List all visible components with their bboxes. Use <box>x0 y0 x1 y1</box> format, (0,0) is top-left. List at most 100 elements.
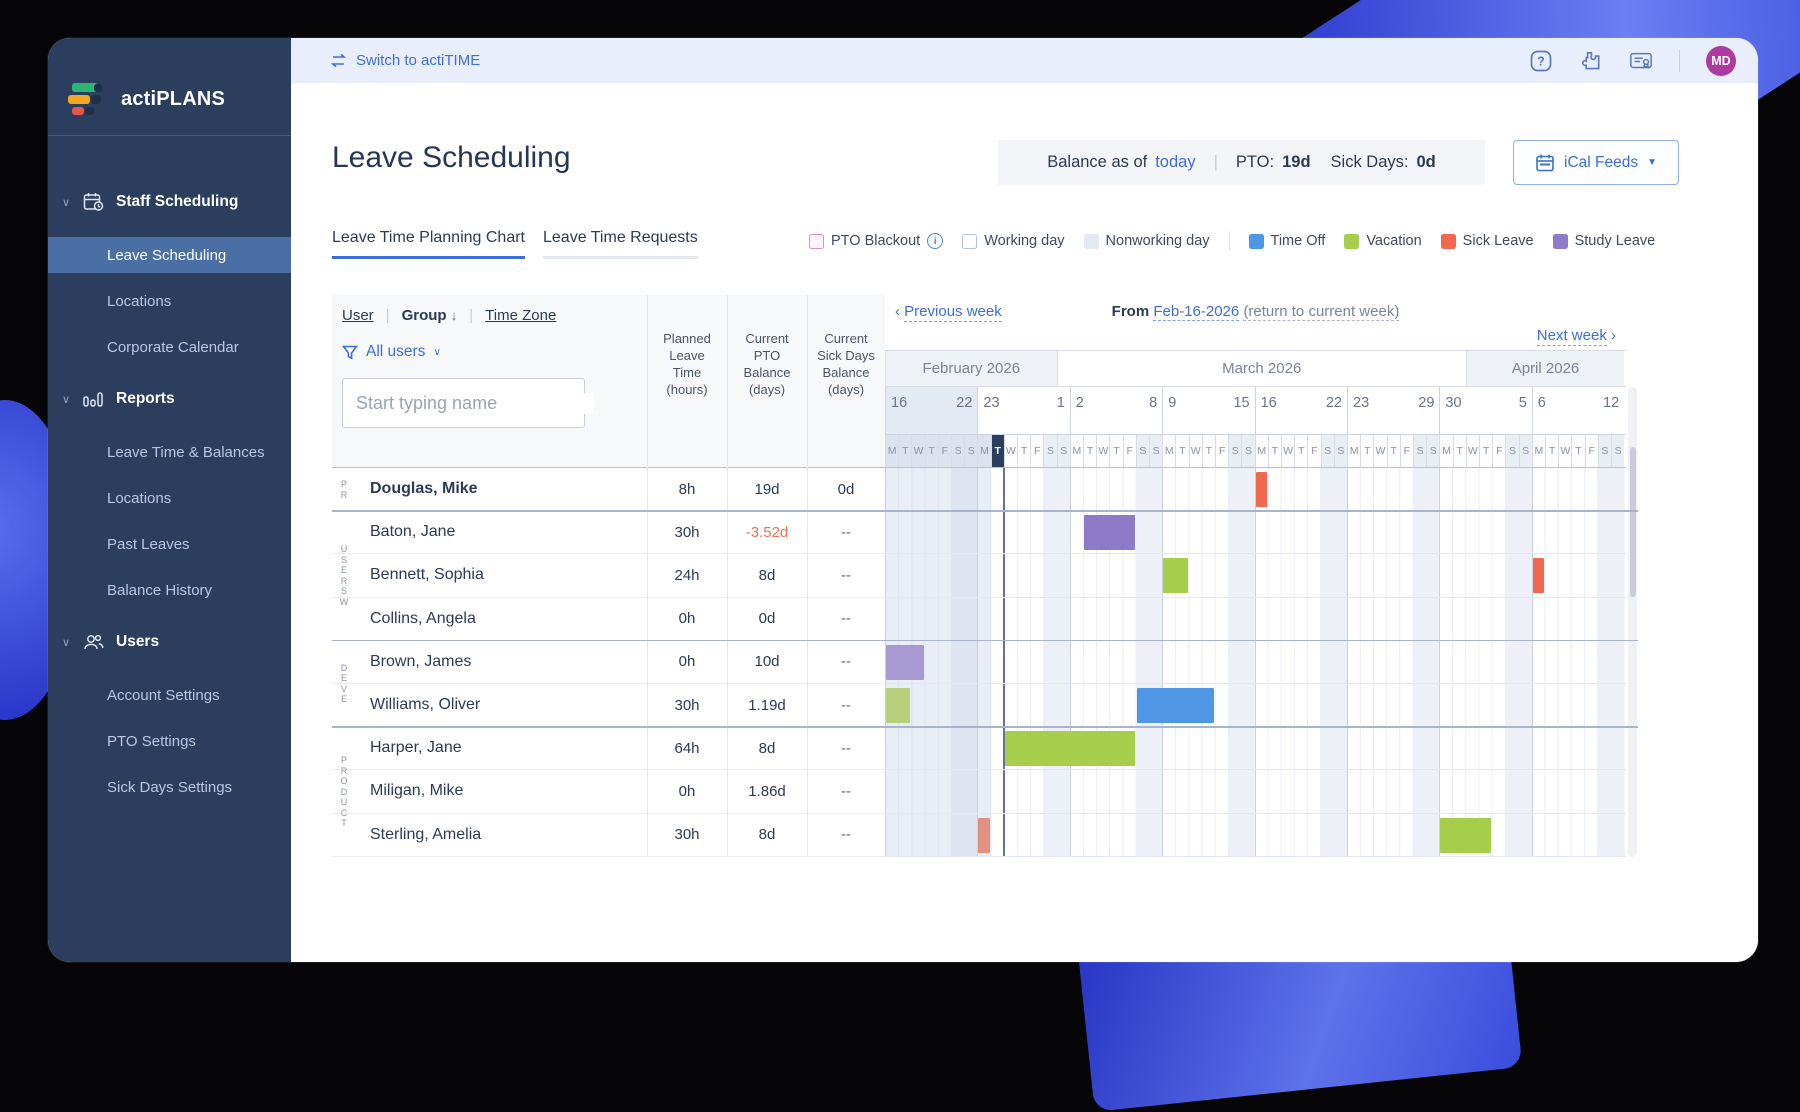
leave-block-sick[interactable] <box>1533 558 1544 593</box>
day-letter-cell[interactable]: S <box>1598 435 1611 467</box>
day-letter-cell[interactable]: F <box>1030 435 1043 467</box>
week-cell[interactable]: 2329 <box>1347 387 1439 434</box>
leave-block-sick[interactable] <box>1256 472 1267 507</box>
day-letter-cell[interactable]: F <box>1585 435 1598 467</box>
leave-block-study[interactable] <box>1084 515 1135 550</box>
day-letter-cell[interactable]: S <box>1228 435 1241 467</box>
from-date-link[interactable]: Feb-16-2026 <box>1153 303 1239 321</box>
sidebar-item-past-leaves[interactable]: Past Leaves <box>48 526 291 562</box>
day-letter-cell[interactable]: S <box>1043 435 1056 467</box>
sort-by-user[interactable]: User <box>342 307 374 324</box>
user-name[interactable]: Williams, Oliver <box>370 684 480 726</box>
gantt-row[interactable] <box>885 598 1626 641</box>
day-letter-cell[interactable]: W <box>1004 435 1017 467</box>
day-letter-cell[interactable]: F <box>938 435 951 467</box>
day-letter-cell[interactable]: T <box>1387 435 1400 467</box>
user-name[interactable]: Bennett, Sophia <box>370 554 484 596</box>
day-letter-cell[interactable]: M <box>1162 435 1175 467</box>
week-cell[interactable]: 612 <box>1532 387 1624 434</box>
day-letter-cell[interactable]: T <box>1479 435 1492 467</box>
day-letter-cell[interactable]: T <box>1202 435 1215 467</box>
day-letter-cell[interactable]: T <box>1294 435 1307 467</box>
user-name[interactable]: Sterling, Amelia <box>370 814 481 856</box>
day-letter-cell[interactable]: S <box>1611 435 1624 467</box>
day-letter-cell[interactable]: S <box>1505 435 1518 467</box>
leave-block-vacation[interactable] <box>1440 818 1491 853</box>
day-letter-cell[interactable]: T <box>898 435 911 467</box>
day-letter-cell[interactable]: T <box>1175 435 1188 467</box>
table-row-williams-oliver[interactable]: Williams, Oliver30h1.19d-- <box>332 684 885 727</box>
day-letter-cell[interactable]: S <box>964 435 977 467</box>
table-row-collins-angela[interactable]: Collins, Angela0h0d-- <box>332 598 885 641</box>
week-cell[interactable]: 305 <box>1439 387 1531 434</box>
day-letter-cell[interactable]: T <box>1109 435 1122 467</box>
day-letter-cell[interactable]: F <box>1307 435 1320 467</box>
ical-feeds-button[interactable]: iCal Feeds ▼ <box>1513 140 1679 185</box>
sort-by-timezone[interactable]: Time Zone <box>485 307 556 324</box>
day-letter-cell[interactable]: T <box>925 435 938 467</box>
sidebar-item-corporate-calendar[interactable]: Corporate Calendar <box>48 329 291 365</box>
week-cell[interactable]: 1622 <box>1255 387 1347 434</box>
day-letter-cell[interactable]: S <box>1057 435 1070 467</box>
gantt-row[interactable] <box>885 770 1626 813</box>
day-letter-cell[interactable]: S <box>1413 435 1426 467</box>
day-letter-cell[interactable]: S <box>1334 435 1347 467</box>
sidebar-item-balance-history[interactable]: Balance History <box>48 572 291 608</box>
tab-leave-time-planning-chart[interactable]: Leave Time Planning Chart <box>332 229 525 259</box>
info-icon[interactable]: i <box>927 233 943 249</box>
table-row-brown-james[interactable]: Brown, James0h10d-- <box>332 641 885 684</box>
week-cell[interactable]: 915 <box>1162 387 1254 434</box>
leave-block-vacation-past[interactable] <box>886 688 910 723</box>
tab-leave-time-requests[interactable]: Leave Time Requests <box>543 229 698 259</box>
leave-block-vacation[interactable] <box>1163 558 1187 593</box>
user-name[interactable]: Miligan, Mike <box>370 770 463 812</box>
sidebar-item-leave-scheduling[interactable]: Leave Scheduling <box>48 237 291 273</box>
gantt-row[interactable] <box>885 684 1626 727</box>
table-row-baton-jane[interactable]: Baton, Jane30h-3.52d-- <box>332 511 885 554</box>
day-letter-cell[interactable]: F <box>1123 435 1136 467</box>
gantt-row[interactable] <box>885 511 1626 554</box>
user-name[interactable]: Harper, Jane <box>370 727 462 769</box>
user-name[interactable]: Collins, Angela <box>370 598 476 640</box>
day-letter-cell[interactable]: W <box>1466 435 1479 467</box>
table-row-douglas-mike[interactable]: Douglas, Mike8h19d0d <box>332 468 885 511</box>
gantt-row[interactable] <box>885 641 1626 684</box>
sidebar-section-users[interactable]: ∨Users <box>48 625 291 659</box>
return-to-current-week-link[interactable]: (return to current week) <box>1243 303 1399 321</box>
gantt-row[interactable] <box>885 554 1626 597</box>
day-letter-cell[interactable]: W <box>1558 435 1571 467</box>
gantt-grid[interactable] <box>885 468 1626 857</box>
day-letter-cell[interactable]: W <box>1373 435 1386 467</box>
day-letter-cell[interactable]: S <box>1241 435 1254 467</box>
day-letter-cell[interactable]: M <box>1439 435 1452 467</box>
day-letter-cell[interactable]: W <box>911 435 924 467</box>
sidebar-item-leave-time-balances[interactable]: Leave Time & Balances <box>48 434 291 470</box>
sidebar-item-locations[interactable]: Locations <box>48 283 291 319</box>
day-letter-cell[interactable]: T <box>1571 435 1584 467</box>
leave-block-timeoff[interactable] <box>1137 688 1214 723</box>
day-letter-cell[interactable]: S <box>951 435 964 467</box>
switch-to-actitime-link[interactable]: Switch to actiTIME <box>329 52 480 69</box>
gantt-row[interactable] <box>885 814 1626 857</box>
day-letter-cell[interactable]: T <box>1017 435 1030 467</box>
day-letter-cell[interactable]: T <box>1453 435 1466 467</box>
user-name[interactable]: Baton, Jane <box>370 511 455 553</box>
week-cell[interactable]: 231 <box>977 387 1069 434</box>
day-letter-cell[interactable]: S <box>1149 435 1162 467</box>
day-letter-cell[interactable]: M <box>885 435 898 467</box>
leave-block-vacation[interactable] <box>1005 731 1135 766</box>
table-row-sterling-amelia[interactable]: Sterling, Amelia30h8d-- <box>332 814 885 857</box>
leave-block-study-past[interactable] <box>886 645 924 680</box>
table-row-miligan-mike[interactable]: Miligan, Mike0h1.86d-- <box>332 770 885 813</box>
balance-today-link[interactable]: today <box>1155 153 1195 172</box>
day-letter-cell[interactable]: M <box>1255 435 1268 467</box>
today-day-cell[interactable]: T <box>991 435 1004 467</box>
leave-block-sick-past[interactable] <box>978 818 989 853</box>
day-letter-cell[interactable]: F <box>1215 435 1228 467</box>
sidebar-item-account-settings[interactable]: Account Settings <box>48 677 291 713</box>
day-letter-cell[interactable]: M <box>1532 435 1545 467</box>
day-letter-cell[interactable]: W <box>1281 435 1294 467</box>
sort-by-group[interactable]: Group ↓ <box>402 307 458 324</box>
day-letter-cell[interactable]: F <box>1492 435 1505 467</box>
day-letter-cell[interactable]: S <box>1321 435 1334 467</box>
